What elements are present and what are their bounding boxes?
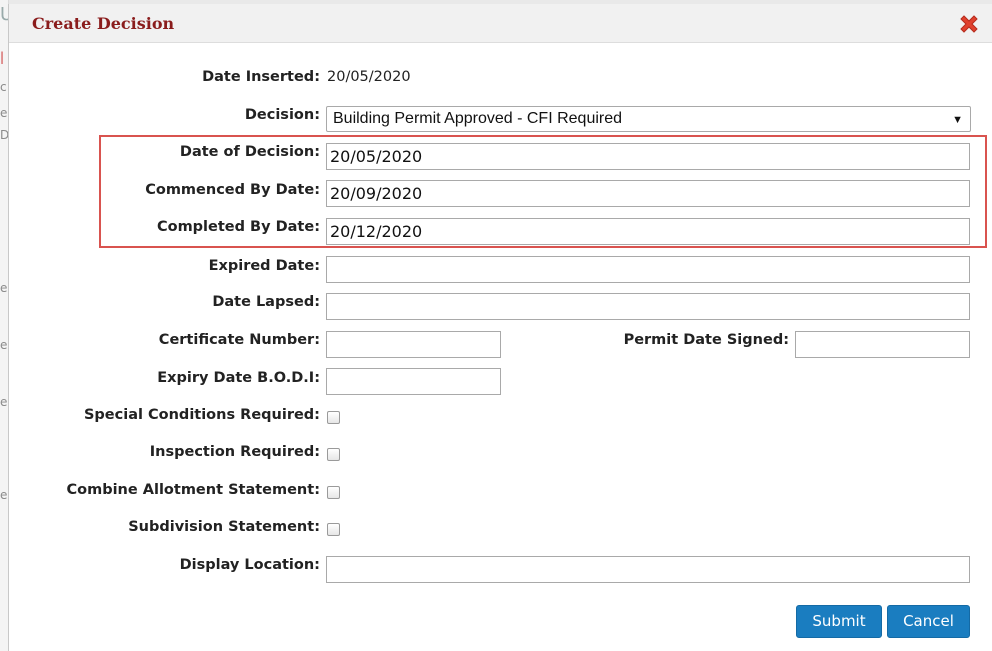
expired-date-label: Expired Date: [208,258,320,274]
combine-allotment-statement-checkbox[interactable] [327,486,340,499]
special-conditions-required-label: Special Conditions Required: [83,407,320,423]
date-lapsed-label: Date Lapsed: [212,294,320,310]
date-inserted-value: 20/05/2020 [327,69,411,85]
decision-select[interactable]: Building Permit Approved - CFI Required … [326,106,971,132]
background-text-fragment: U [0,4,8,25]
background-text-fragment: e [0,395,8,409]
commenced-by-date-label: Commenced By Date: [145,182,320,198]
dialog-titlebar: Create Decision [9,4,992,43]
subdivision-statement-checkbox[interactable] [327,523,340,536]
expiry-date-bodi-label: Expiry Date B.O.D.I: [157,370,320,386]
close-icon [960,15,978,33]
background-text-fragment: | [0,50,5,64]
permit-date-signed-label: Permit Date Signed: [623,332,789,348]
display-location-input[interactable] [326,556,970,583]
background-text-fragment: D [0,128,8,142]
chevron-down-icon: ▼ [952,114,963,126]
display-location-label: Display Location: [179,557,320,573]
date-inserted-label: Date Inserted: [202,69,320,85]
special-conditions-required-checkbox[interactable] [327,411,340,424]
date-of-decision-input[interactable]: 20/05/2020 [326,143,970,170]
background-text-fragment: e [0,106,8,120]
expiry-date-bodi-input[interactable] [326,368,501,395]
certificate-number-label: Certificate Number: [158,332,320,348]
create-decision-dialog: Create Decision Date Inserted: 20/05/202… [8,4,992,651]
dialog-title: Create Decision [32,14,175,33]
decision-label: Decision: [244,107,320,123]
completed-by-date-input[interactable]: 20/12/2020 [326,218,970,245]
inspection-required-label: Inspection Required: [149,444,320,460]
submit-button[interactable]: Submit [796,605,882,638]
certificate-number-input[interactable] [326,331,501,358]
expired-date-input[interactable] [326,256,970,283]
inspection-required-checkbox[interactable] [327,448,340,461]
combine-allotment-statement-label: Combine Allotment Statement: [66,482,321,498]
background-text-fragment: e [0,281,8,295]
background-text-fragment: e [0,488,8,502]
background-text-fragment: c [0,80,7,94]
subdivision-statement-label: Subdivision Statement: [128,519,320,535]
completed-by-date-label: Completed By Date: [156,219,320,235]
close-button[interactable] [957,12,981,36]
permit-date-signed-input[interactable] [795,331,970,358]
cancel-button[interactable]: Cancel [887,605,970,638]
commenced-by-date-input[interactable]: 20/09/2020 [326,180,970,207]
date-lapsed-input[interactable] [326,293,970,320]
decision-selected-value: Building Permit Approved - CFI Required [333,110,623,127]
background-text-fragment: e [0,338,8,352]
date-of-decision-label: Date of Decision: [179,144,320,160]
